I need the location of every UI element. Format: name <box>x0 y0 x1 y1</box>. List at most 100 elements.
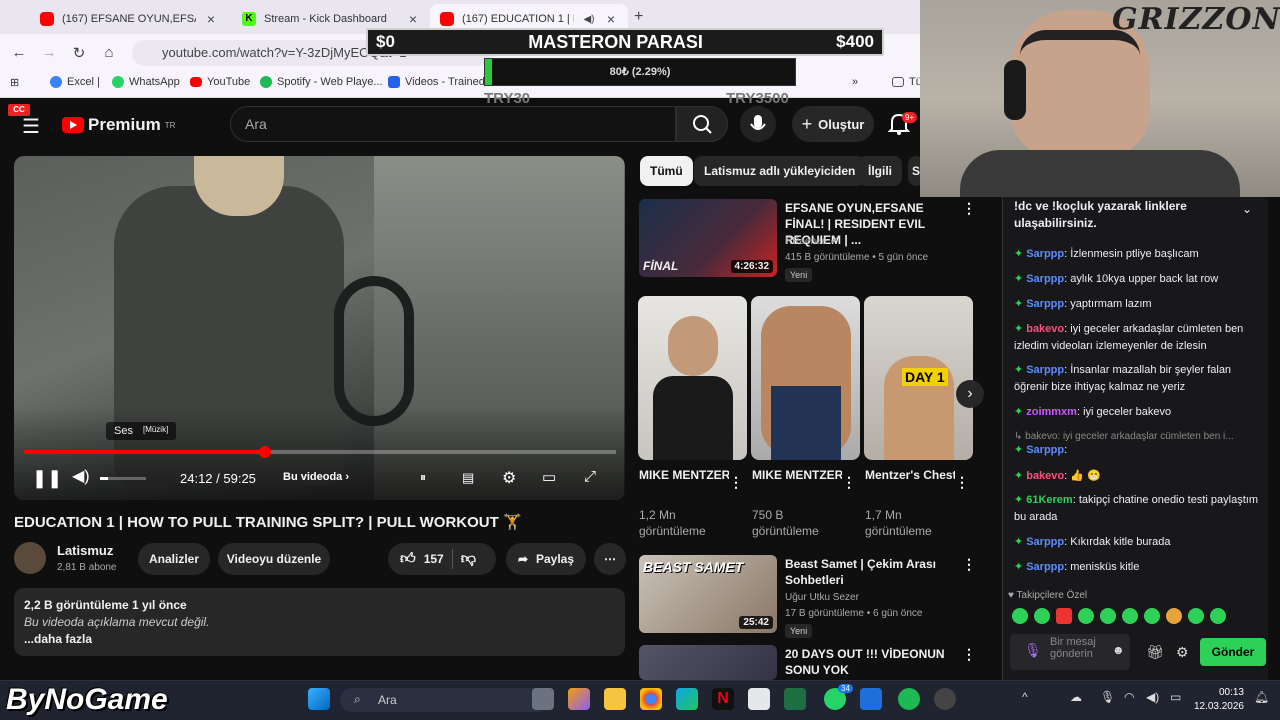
chevron-down-icon[interactable]: ⌄ <box>1242 202 1252 216</box>
chapter-button[interactable]: Bu videoda › <box>283 471 349 483</box>
emote-icon[interactable] <box>1188 608 1204 624</box>
netflix-icon[interactable]: N <box>712 688 734 710</box>
bookmark-item[interactable]: WhatsApp <box>112 76 180 88</box>
dislike-icon[interactable]: 👎︎ <box>461 550 476 568</box>
short-title[interactable]: MIKE MENTZER: ... <box>639 467 729 483</box>
emote-icon[interactable] <box>1144 608 1160 624</box>
back-icon[interactable]: ← <box>10 44 28 61</box>
bookmark-item[interactable]: YouTube <box>190 76 250 88</box>
battery-icon[interactable]: ▭ <box>1170 690 1181 704</box>
taskbar-search[interactable]: ⌕ Ara <box>340 688 550 712</box>
short-thumbnail[interactable] <box>751 296 860 460</box>
chat-username[interactable]: Sarppp <box>1026 248 1064 260</box>
rec-thumbnail[interactable] <box>639 645 777 680</box>
channel-name[interactable]: Latismuz <box>57 543 113 558</box>
show-more-link[interactable]: ...daha fazla <box>24 632 615 646</box>
emote-icon[interactable] <box>1166 608 1182 624</box>
apps-icon[interactable]: ⊞ <box>10 76 19 89</box>
theater-icon[interactable]: ▭ <box>542 468 556 486</box>
kebab-icon[interactable]: ⋮ <box>729 474 743 491</box>
close-icon[interactable]: × <box>406 11 420 27</box>
video-player[interactable] <box>14 156 625 500</box>
rec-thumbnail[interactable]: FİNAL 4:26:32 <box>639 199 777 277</box>
emote-icon[interactable] <box>1210 608 1226 624</box>
send-button[interactable]: Gönder <box>1200 638 1266 666</box>
edit-video-button[interactable]: Videoyu düzenle <box>218 543 330 575</box>
excel-icon[interactable] <box>784 688 806 710</box>
mic-icon[interactable]: 🎙︎ <box>1024 643 1042 657</box>
channel-avatar[interactable] <box>14 542 46 574</box>
chip-all[interactable]: Tümü <box>640 156 693 186</box>
bookmark-item[interactable]: Videos - Trained <box>388 76 485 88</box>
voice-search-button[interactable] <box>740 106 776 142</box>
new-tab-icon[interactable]: + <box>634 8 643 26</box>
chrome-icon[interactable] <box>640 688 662 710</box>
mic-icon[interactable]: 🎙︎ <box>1100 690 1115 704</box>
short-thumbnail[interactable] <box>638 296 747 460</box>
share-button[interactable]: ➦ Paylaş <box>506 543 586 575</box>
chat-username[interactable]: Sarppp <box>1026 561 1064 573</box>
chevron-right-icon[interactable]: » <box>852 76 858 88</box>
volume-slider[interactable] <box>100 477 146 480</box>
more-actions-button[interactable]: ⋯ <box>594 543 626 575</box>
kebab-icon[interactable]: ⋮ <box>842 474 856 491</box>
edge-icon[interactable] <box>676 688 698 710</box>
close-icon[interactable]: × <box>204 11 218 27</box>
notifications-icon[interactable]: 🔔︎ <box>1254 690 1269 704</box>
emoji-icon[interactable]: ☻ <box>1112 644 1125 656</box>
kebab-icon[interactable]: ⋮ <box>962 646 976 663</box>
chat-username[interactable]: Sarppp <box>1026 273 1064 285</box>
short-title[interactable]: Mentzer's Chest & Ba... <box>865 467 955 483</box>
like-icon[interactable]: 👍︎ <box>400 550 416 568</box>
rec-thumbnail[interactable]: BEAST SAMET 25:42 <box>639 555 777 633</box>
chat-username[interactable]: bakevo <box>1026 323 1064 335</box>
chevron-right-icon[interactable]: › <box>956 380 984 408</box>
subtitles-icon[interactable]: ▤ <box>462 470 474 486</box>
emote-icon[interactable] <box>1034 608 1050 624</box>
autoplay-icon[interactable]: ⏸ <box>420 470 426 485</box>
close-icon[interactable]: × <box>604 11 618 27</box>
settings-icon[interactable]: ⚙ <box>1176 644 1189 661</box>
fullscreen-icon[interactable]: ⤢ <box>584 468 596 485</box>
bookmark-item[interactable]: Tü <box>892 76 922 88</box>
volume-icon[interactable]: ◀) <box>72 466 90 486</box>
gift-icon[interactable]: 🎁︎ <box>1146 644 1164 661</box>
analytics-button[interactable]: Analizler <box>138 543 210 575</box>
youtube-premium-logo[interactable]: Premium TR <box>62 115 175 135</box>
description-box[interactable]: 2,2 B görüntüleme 1 yıl önce Bu videoda … <box>14 588 625 656</box>
speaker-icon[interactable]: ◀) <box>1146 690 1159 704</box>
kebab-icon[interactable]: ⋮ <box>962 200 976 217</box>
search-input[interactable]: Ara <box>230 106 676 142</box>
cloud-icon[interactable]: ☁ <box>1070 690 1082 704</box>
emote-icon[interactable] <box>1056 608 1072 624</box>
forward-icon[interactable]: → <box>40 44 58 61</box>
task-view-icon[interactable] <box>532 688 554 710</box>
spotify-icon[interactable] <box>898 688 920 710</box>
copilot-icon[interactable] <box>568 688 590 710</box>
obs-icon[interactable] <box>934 688 956 710</box>
chat-username[interactable]: Sarppp <box>1026 536 1064 548</box>
chat-username[interactable]: Sarppp <box>1026 444 1064 456</box>
app-icon[interactable] <box>860 688 882 710</box>
chip-related[interactable]: İlgili <box>858 156 902 186</box>
chat-input[interactable]: 🎙︎ Bir mesaj gönderin ☻ <box>1010 634 1130 670</box>
emote-icon[interactable] <box>1100 608 1116 624</box>
reload-icon[interactable]: ↻ <box>70 44 88 62</box>
store-icon[interactable] <box>748 688 770 710</box>
kebab-icon[interactable]: ⋮ <box>962 556 976 573</box>
like-count[interactable]: 157 <box>424 552 444 566</box>
settings-icon[interactable]: ⚙ <box>502 468 516 488</box>
video-progress-bar[interactable] <box>24 450 616 454</box>
file-explorer-icon[interactable] <box>604 688 626 710</box>
chip-from-uploader[interactable]: Latismuz adlı yükleyiciden <box>694 156 866 186</box>
short-title[interactable]: MIKE MENTZER: ... <box>752 467 842 483</box>
wifi-icon[interactable]: ◠ <box>1124 690 1134 704</box>
bookmark-item[interactable]: Excel | <box>50 76 100 88</box>
chat-username[interactable]: 61Kerem <box>1026 494 1072 506</box>
chat-username[interactable]: Sarppp <box>1026 364 1064 376</box>
menu-icon[interactable]: ☰ <box>22 114 40 139</box>
kebab-icon[interactable]: ⋮ <box>955 474 969 491</box>
clock[interactable]: 00:13 12.03.2026 <box>1192 686 1244 714</box>
rec-title[interactable]: Beast Samet | Çekim Arası Sohbetleri <box>785 556 955 588</box>
home-icon[interactable]: ⌂ <box>100 44 118 61</box>
